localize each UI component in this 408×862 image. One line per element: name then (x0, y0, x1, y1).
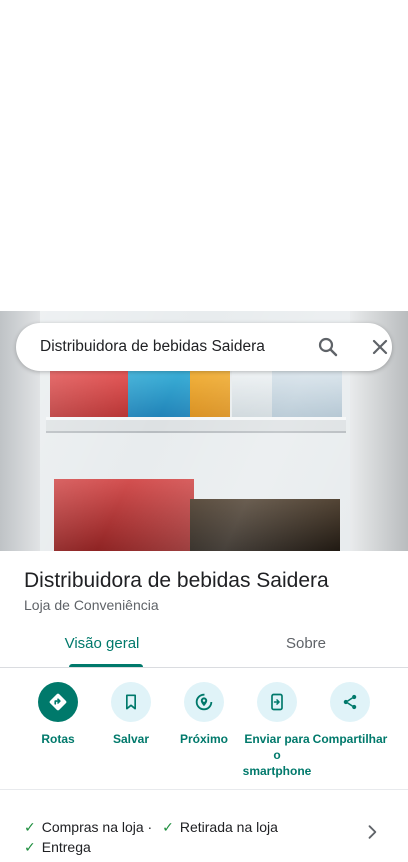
send-to-phone-button[interactable]: Enviar para o smartphone (239, 682, 315, 779)
nearby-button[interactable]: Próximo (166, 682, 242, 747)
share-button[interactable]: Compartilhar (312, 682, 388, 747)
search-bar[interactable]: Distribuidora de bebidas Saidera (16, 323, 392, 371)
bookmark-icon (111, 682, 151, 722)
service-line-2: ✓ Entrega (24, 837, 91, 857)
save-button[interactable]: Salvar (93, 682, 169, 747)
section-divider (0, 789, 408, 790)
chevron-right-icon[interactable] (362, 822, 382, 842)
tab-about[interactable]: Sobre (204, 620, 408, 668)
service-in-store: Compras na loja · (41, 819, 153, 835)
directions-button[interactable]: Rotas (20, 682, 96, 747)
check-icon: ✓ (24, 839, 36, 855)
send-to-phone-label: Enviar para o smartphone (242, 732, 312, 778)
place-category[interactable]: Loja de Conveniência (24, 596, 159, 614)
save-label: Salvar (112, 732, 150, 746)
action-row: Rotas Salvar Próximo Enviar para o smart… (0, 682, 408, 782)
directions-label: Rotas (41, 732, 75, 746)
check-icon: ✓ (162, 819, 174, 835)
tab-overview[interactable]: Visão geral (0, 620, 204, 668)
map-area-blank (0, 0, 408, 311)
close-icon[interactable] (368, 335, 392, 359)
share-label: Compartilhar (312, 732, 388, 746)
service-pickup: Retirada na loja (179, 819, 278, 835)
search-icon[interactable] (316, 335, 340, 359)
place-title: Distribuidora de bebidas Saidera (24, 569, 329, 592)
tab-active-indicator (69, 664, 143, 667)
service-delivery: Entrega (41, 839, 91, 855)
check-icon: ✓ (24, 819, 36, 835)
service-options[interactable]: ✓ Compras na loja · ✓ Retirada na loja ✓ En… (0, 810, 408, 860)
tab-bar: Visão geral Sobre (0, 620, 408, 668)
nearby-label: Próximo (179, 732, 228, 746)
directions-icon (38, 682, 78, 722)
nearby-icon (184, 682, 224, 722)
service-line-1: ✓ Compras na loja · ✓ Retirada na loja (24, 817, 278, 837)
share-icon (330, 682, 370, 722)
search-query-text[interactable]: Distribuidora de bebidas Saidera (40, 337, 265, 357)
send-to-phone-icon (257, 682, 297, 722)
